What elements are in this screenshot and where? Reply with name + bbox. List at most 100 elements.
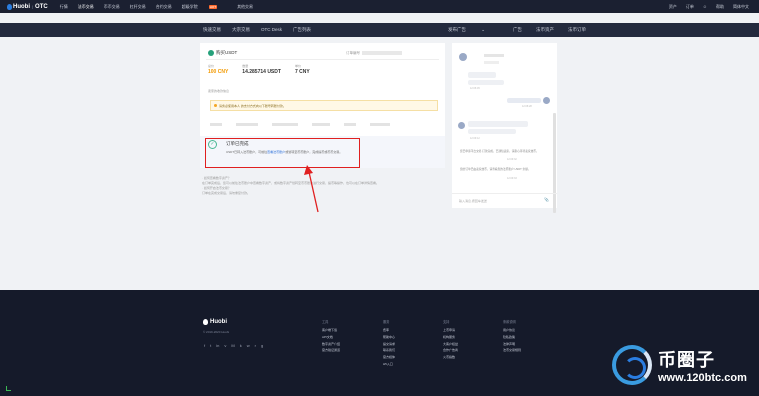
avatar bbox=[543, 97, 550, 104]
tab-ads[interactable]: 广告 bbox=[513, 27, 522, 33]
hot-badge: HOT bbox=[208, 4, 218, 9]
footer-link[interactable]: 帮助中心 bbox=[383, 334, 395, 341]
tab-block-trade[interactable]: 大宗交易 bbox=[232, 27, 250, 33]
note-line: 订单在完成交易后，请勿重复付款。 bbox=[202, 191, 251, 195]
reddit-icon[interactable]: r bbox=[255, 343, 256, 348]
tab-fiat-assets[interactable]: 法币资产 bbox=[536, 27, 554, 33]
footer-link[interactable]: H5入口 bbox=[383, 361, 395, 368]
nav-item-spot[interactable]: 币币交易 bbox=[104, 4, 120, 10]
footer-link[interactable]: 用户协议 bbox=[503, 327, 521, 334]
nav-assets[interactable]: 资产 bbox=[669, 4, 677, 10]
chat-input[interactable]: 输入消息,按回车发送 bbox=[459, 199, 487, 203]
user-icon[interactable]: ☺ bbox=[703, 4, 707, 9]
footer-link[interactable]: 合作广告商 bbox=[443, 347, 458, 354]
chat-input-bar: 输入消息,按回车发送 📎 bbox=[452, 193, 557, 208]
footer-link[interactable]: 客户端下载 bbox=[322, 327, 340, 334]
kakao-icon[interactable]: k bbox=[240, 343, 242, 348]
footer-link[interactable]: 大客户权益 bbox=[443, 341, 458, 348]
nav-item-contract[interactable]: 合约交易 bbox=[156, 4, 172, 10]
redacted-field bbox=[312, 123, 330, 126]
footer-link[interactable]: 官方验证通道 bbox=[322, 347, 340, 354]
order-title-text: 购买USDT bbox=[216, 50, 238, 55]
watermark-url: www.120btc.com bbox=[658, 372, 747, 384]
huobi-logo[interactable]: Huobi | OTC bbox=[7, 3, 48, 10]
footer-link[interactable]: 数字资产介绍 bbox=[322, 341, 340, 348]
nav-item-margin[interactable]: 杠杆交易 bbox=[130, 4, 146, 10]
nav-help[interactable]: 帮助 bbox=[716, 4, 724, 10]
footer-link[interactable]: 机构服务 bbox=[443, 334, 458, 341]
footer-link[interactable]: 法币交易规则 bbox=[503, 347, 521, 354]
top-right-menu: 资产 订单 ☺ 帮助 简体中文 bbox=[660, 0, 749, 13]
system-message: 您的订单已由卖家放币，请查看您的法币账户 USDT 余额。 bbox=[460, 168, 531, 171]
redacted-field bbox=[236, 123, 258, 126]
tab-fiat-orders[interactable]: 法币订单 bbox=[568, 27, 586, 33]
counterparty-name bbox=[484, 54, 504, 57]
footer-link[interactable]: 法律声明 bbox=[503, 341, 521, 348]
social-links: f t in v M k w r g bbox=[204, 343, 268, 348]
footer-link[interactable]: API文档 bbox=[322, 334, 340, 341]
order-number-label: 订单编号 bbox=[346, 51, 360, 55]
linkedin-icon[interactable]: in bbox=[216, 343, 219, 348]
medium-icon[interactable]: M bbox=[231, 343, 234, 348]
redacted-field bbox=[344, 123, 356, 126]
metric-quantity-value: 14.285714 USDT bbox=[242, 69, 281, 75]
metric-price-label: 单价 bbox=[294, 64, 301, 68]
language-select[interactable]: 简体中文 bbox=[733, 4, 749, 10]
message-timestamp: 12:06:45 bbox=[470, 87, 480, 90]
flame-icon bbox=[7, 3, 12, 10]
tab-quick-trade[interactable]: 快速交易 bbox=[203, 27, 221, 33]
publish-ad-dropdown[interactable]: 发布广告 ⌄ bbox=[448, 27, 499, 33]
metric-price-value: 7 CNY bbox=[294, 69, 310, 75]
tab-otc-desk[interactable]: OTC Desk bbox=[261, 27, 282, 33]
tab-ad-list[interactable]: 广告列表 bbox=[293, 27, 311, 33]
redacted-field bbox=[210, 123, 222, 126]
site-watermark: 币圈子 www.120btc.com bbox=[612, 345, 747, 385]
main-nav: 行情 法币交易 币币交易 杠杆交易 合约交易 超级学院 HOT 其他交易 bbox=[60, 4, 263, 10]
metric-quantity: 数量 14.285714 USDT bbox=[242, 64, 281, 75]
metric-quantity-label: 数量 bbox=[242, 64, 249, 68]
payment-warning-text: 请务必使用本人 的支付方式向以下账号转账付款。 bbox=[219, 103, 286, 108]
footer-col-heading: 服务 bbox=[383, 320, 390, 324]
usdt-coin-icon bbox=[208, 50, 214, 56]
message-bubble-received bbox=[468, 80, 504, 85]
nav-item-other[interactable]: 其他交易 bbox=[237, 4, 253, 10]
divider bbox=[206, 59, 439, 60]
footer-link[interactable]: 费率 bbox=[383, 327, 395, 334]
signal-icon bbox=[6, 386, 11, 391]
redacted-field bbox=[272, 123, 298, 126]
payment-warning: 请务必使用本人 的支付方式向以下账号转账付款。 bbox=[210, 100, 438, 111]
footer-col-heading: 工具 bbox=[322, 320, 329, 324]
footer-col-heading: 条款说明 bbox=[503, 320, 516, 324]
footer-link[interactable]: 上币申请 bbox=[443, 327, 458, 334]
twitter-icon[interactable]: t bbox=[210, 343, 211, 348]
watermark-brand: 币圈子 bbox=[658, 350, 715, 370]
sub-navbar: 快速交易 大宗交易 OTC Desk 广告列表 发布广告 ⌄ 广告 法币资产 法… bbox=[0, 23, 759, 37]
warning-icon bbox=[214, 104, 217, 107]
footer-link[interactable]: 联系我们 bbox=[383, 347, 395, 354]
facebook-icon[interactable]: f bbox=[204, 343, 205, 348]
nav-item-academy[interactable]: 超级学院 HOT bbox=[182, 4, 227, 10]
metric-price: 单价 7 CNY bbox=[295, 64, 310, 75]
message-bubble-received bbox=[468, 72, 496, 78]
footer-link[interactable]: 火币指数 bbox=[443, 354, 458, 361]
footer-col-heading: 支持 bbox=[443, 320, 450, 324]
footer-link[interactable]: 提交请求 bbox=[383, 341, 395, 348]
logo-divider: | bbox=[32, 4, 34, 9]
footer-link[interactable]: 官方媒体 bbox=[383, 354, 395, 361]
order-title: 购买USDT bbox=[208, 50, 237, 56]
nav-orders[interactable]: 订单 bbox=[686, 4, 694, 10]
vk-icon[interactable]: v bbox=[224, 343, 226, 348]
attachment-icon[interactable]: 📎 bbox=[544, 197, 549, 202]
telegram-icon[interactable]: g bbox=[261, 343, 263, 348]
logo-sub: OTC bbox=[35, 3, 48, 10]
weibo-icon[interactable]: w bbox=[247, 343, 250, 348]
chat-header bbox=[452, 43, 557, 71]
nav-item-fiat-trade[interactable]: 法币交易 bbox=[78, 4, 94, 10]
nav-item-market[interactable]: 行情 bbox=[60, 4, 68, 10]
system-message-time: 12:09:32 bbox=[507, 158, 517, 161]
copyright: © 2019-2020 Huobi bbox=[203, 330, 230, 334]
footer-link[interactable]: 隐私政策 bbox=[503, 334, 521, 341]
message-bubble-sent bbox=[507, 98, 541, 103]
metric-total-value: 100 CNY bbox=[208, 69, 229, 75]
metric-total: 总价 100 CNY bbox=[208, 64, 228, 75]
